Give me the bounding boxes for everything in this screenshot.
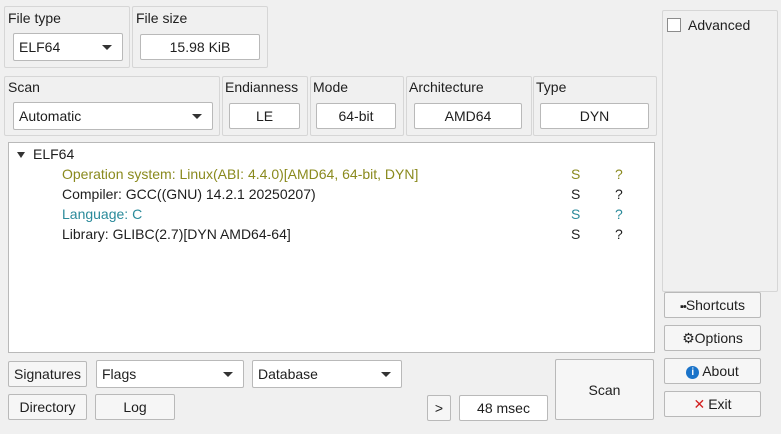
- shortcuts-button[interactable]: ▪•Shortcuts: [664, 292, 761, 318]
- tree-item[interactable]: Compiler: GCC((GNU) 14.2.1 20250207): [62, 184, 316, 204]
- advanced-checkbox[interactable]: [667, 18, 681, 32]
- type-label: Type: [536, 79, 567, 95]
- exit-button[interactable]: ✕ Exit: [664, 391, 761, 417]
- about-label: About: [702, 363, 739, 379]
- architecture-label: Architecture: [409, 79, 484, 95]
- tree-item-s: S: [571, 226, 581, 242]
- database-select[interactable]: Database: [252, 360, 402, 388]
- tree-item-q: ?: [615, 226, 623, 242]
- tree-item-s: S: [571, 206, 581, 222]
- scan-value: Automatic: [19, 108, 82, 124]
- database-label: Database: [258, 366, 318, 382]
- scan-select[interactable]: Automatic: [13, 102, 213, 130]
- about-button[interactable]: i About: [664, 358, 761, 384]
- tree-item-text: Language: C: [62, 206, 143, 222]
- advanced-panel: [662, 10, 778, 292]
- result-tree[interactable]: ELF64 Operation system: Linux(ABI: 4.4.0…: [8, 142, 655, 353]
- endianness-field: LE: [229, 103, 300, 129]
- options-label: Options: [694, 330, 743, 346]
- signatures-button[interactable]: Signatures: [8, 361, 87, 387]
- collapse-arrow-icon[interactable]: [17, 152, 25, 159]
- log-button[interactable]: Log: [95, 394, 175, 420]
- chevron-down-icon: [192, 114, 202, 119]
- file-size-field: 15.98 KiB: [140, 34, 260, 60]
- scan-time-field: 48 msec: [459, 395, 548, 421]
- endianness-label: Endianness: [225, 79, 299, 95]
- flags-select[interactable]: Flags: [96, 360, 244, 388]
- chevron-down-icon: [223, 372, 233, 377]
- tree-item-q: ?: [615, 206, 623, 222]
- tree-item[interactable]: Library: GLIBC(2.7)[DYN AMD64-64]: [62, 224, 291, 244]
- exit-label: Exit: [708, 396, 732, 412]
- scan-label: Scan: [8, 79, 40, 95]
- shortcuts-label: Shortcuts: [685, 297, 745, 313]
- chevron-down-icon: [381, 372, 391, 377]
- tree-root-label: ELF64: [33, 146, 75, 162]
- directory-button[interactable]: Directory: [8, 394, 87, 420]
- file-type-label: File type: [8, 10, 61, 26]
- info-icon: i: [686, 365, 700, 379]
- tree-item-text: Operation system: Linux(ABI: 4.4.0)[AMD6…: [62, 166, 419, 182]
- options-button[interactable]: ⚙Options: [664, 325, 761, 351]
- chevron-down-icon: [102, 45, 112, 50]
- file-size-label: File size: [136, 10, 188, 26]
- tree-item-text: Library: GLIBC(2.7)[DYN AMD64-64]: [62, 226, 291, 242]
- tree-item-q: ?: [615, 186, 623, 202]
- tree-item-s: S: [571, 186, 581, 202]
- type-field: DYN: [540, 103, 649, 129]
- tree-root[interactable]: ELF64: [17, 144, 74, 164]
- mode-field: 64-bit: [316, 103, 396, 129]
- architecture-field: AMD64: [414, 103, 522, 129]
- tree-item[interactable]: Language: C: [62, 204, 142, 224]
- advanced-label: Advanced: [688, 17, 751, 33]
- tree-item-s: S: [571, 166, 581, 182]
- mode-label: Mode: [313, 79, 349, 95]
- flags-label: Flags: [102, 366, 137, 382]
- tree-item[interactable]: Operation system: Linux(ABI: 4.4.0)[AMD6…: [62, 164, 418, 184]
- tree-item-q: ?: [615, 166, 623, 182]
- scan-button[interactable]: Scan: [555, 359, 654, 420]
- tree-item-text: Compiler: GCC((GNU) 14.2.1 20250207): [62, 186, 316, 202]
- file-type-value: ELF64: [19, 39, 61, 55]
- file-type-select[interactable]: ELF64: [13, 33, 123, 61]
- close-icon: ✕: [693, 396, 706, 412]
- more-button[interactable]: >: [427, 395, 451, 421]
- gear-icon: ⚙: [682, 330, 695, 346]
